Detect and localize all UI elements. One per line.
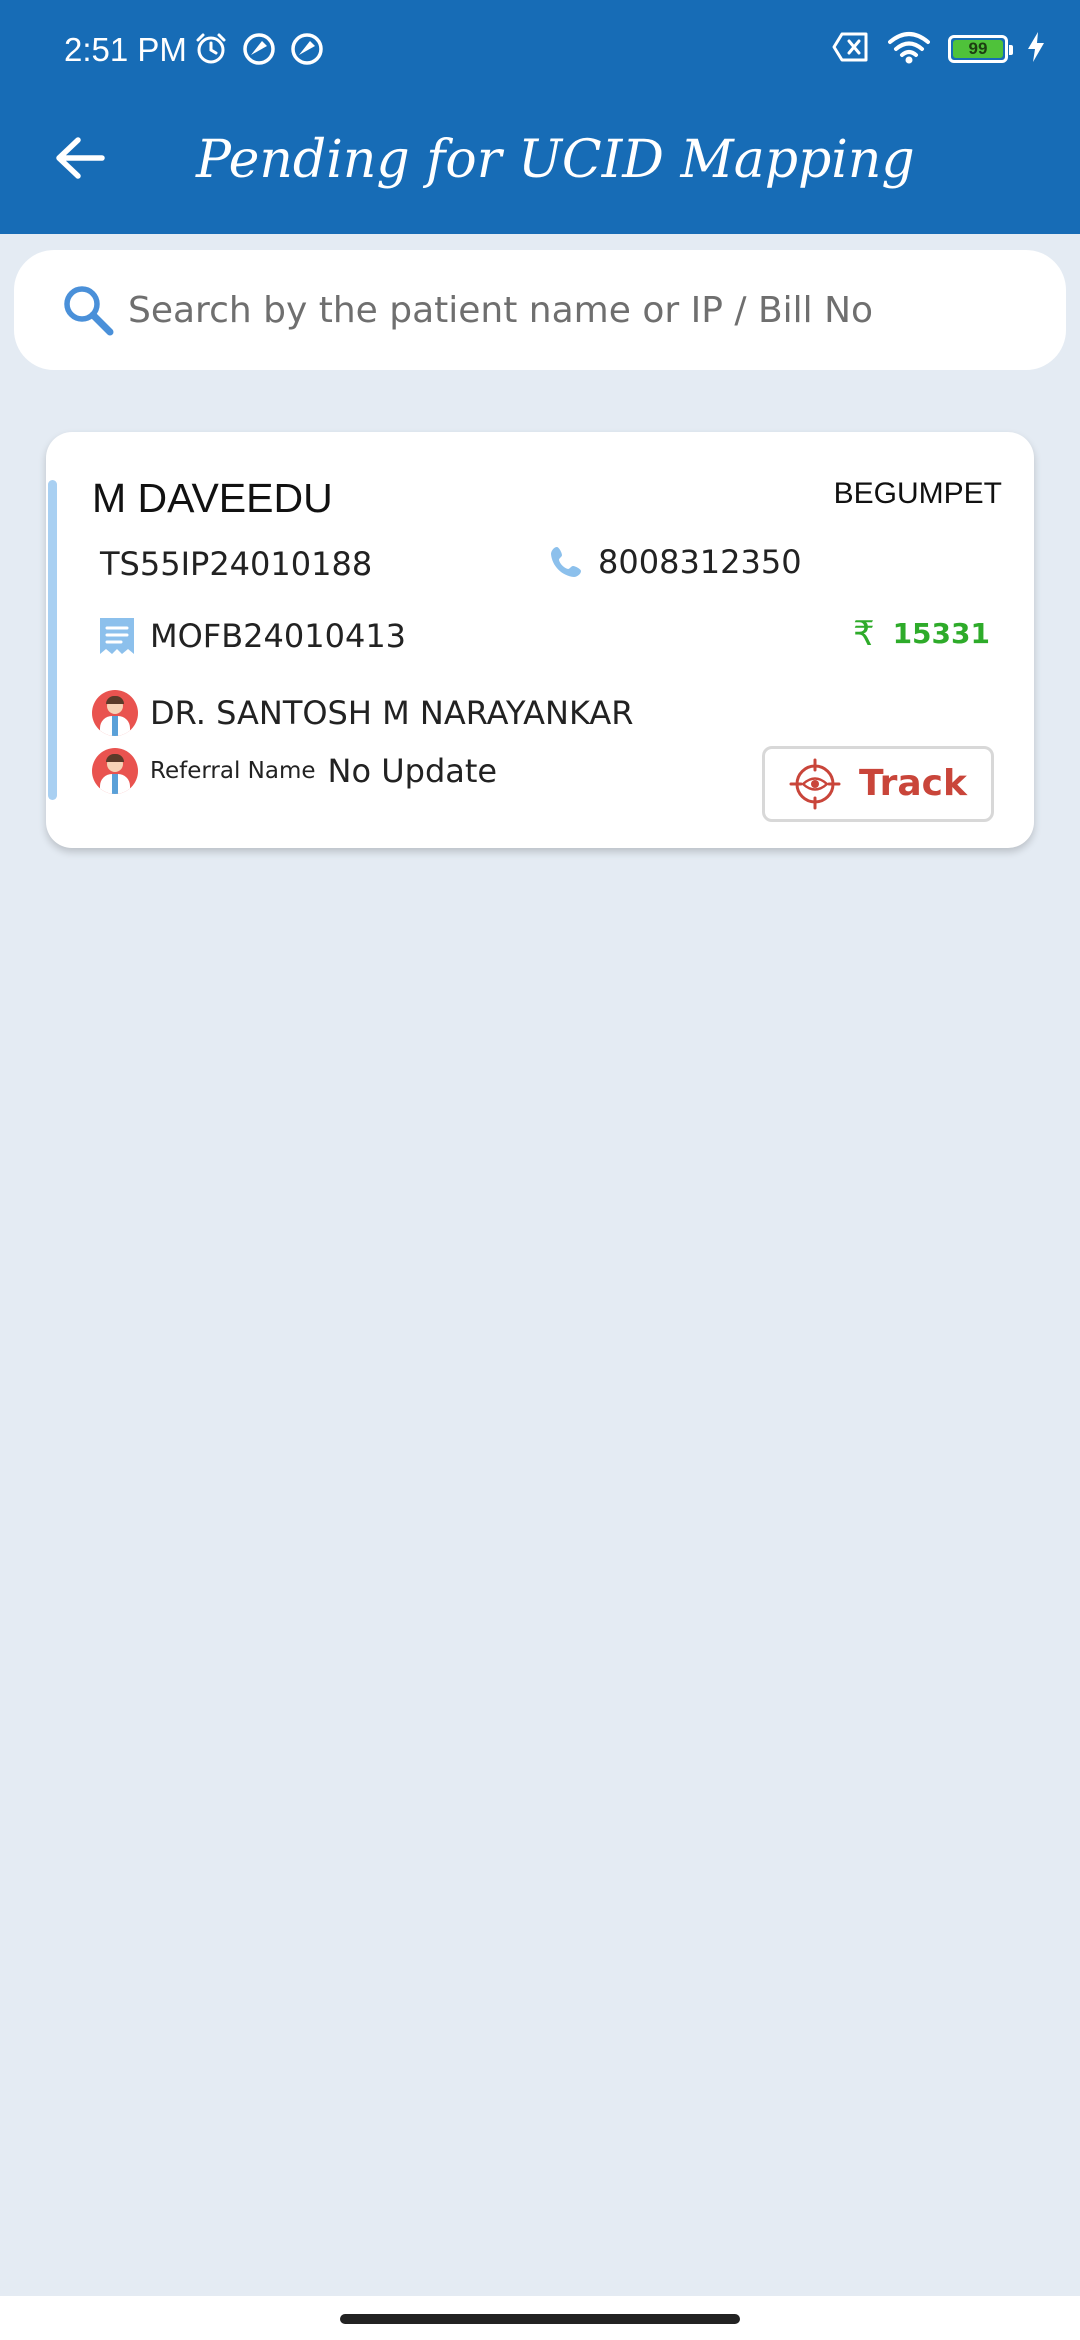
wifi-icon bbox=[888, 30, 930, 68]
search-icon[interactable] bbox=[60, 282, 116, 338]
search-input[interactable] bbox=[128, 270, 1028, 350]
location-label: BEGUMPET bbox=[833, 477, 1002, 510]
receipt-icon bbox=[100, 618, 134, 654]
sim-off-icon bbox=[832, 32, 870, 66]
status-icons-left bbox=[194, 32, 324, 70]
phone-row[interactable]: 8008312350 bbox=[548, 540, 802, 584]
track-label: Track bbox=[859, 763, 967, 804]
patient-card[interactable]: M DAVEEDU BEGUMPET TS55IP24010188 800831… bbox=[46, 432, 1034, 848]
bill-row: MOFB24010413 bbox=[98, 614, 406, 658]
sync-app-icon-2 bbox=[290, 32, 324, 70]
patient-name: M DAVEEDU bbox=[92, 475, 333, 521]
referral-value: No Update bbox=[327, 752, 498, 790]
app-bar: 2:51 PM 99 Pending for UCID Mapping bbox=[0, 0, 1080, 234]
phone-number[interactable]: 8008312350 bbox=[598, 540, 802, 584]
page-title: Pending for UCID Mapping bbox=[196, 130, 915, 190]
referral-label: Referral Name bbox=[150, 758, 316, 784]
referral-row: Referral Name No Update bbox=[92, 748, 497, 794]
back-button[interactable] bbox=[40, 118, 120, 198]
card-accent-bar bbox=[48, 480, 57, 800]
target-eye-icon bbox=[789, 758, 841, 810]
doctor-row: DR. SANTOSH M NARAYANKAR bbox=[92, 690, 633, 736]
system-nav-area bbox=[0, 2296, 1080, 2340]
bill-number: MOFB24010413 bbox=[150, 617, 407, 655]
bill-amount: 15331 bbox=[892, 617, 990, 650]
phone-icon[interactable] bbox=[548, 544, 584, 580]
battery-icon: 99 bbox=[948, 35, 1013, 63]
sync-app-icon bbox=[242, 32, 276, 70]
doctor-name: DR. SANTOSH M NARAYANKAR bbox=[150, 694, 634, 732]
track-button[interactable]: Track bbox=[762, 746, 994, 822]
ip-number: TS55IP24010188 bbox=[100, 545, 373, 583]
home-indicator[interactable] bbox=[340, 2314, 740, 2324]
search-bar[interactable] bbox=[14, 250, 1066, 370]
amount-row: ₹ 15331 bbox=[853, 614, 990, 654]
status-icons-right: 99 bbox=[832, 30, 1046, 68]
arrow-left-icon bbox=[56, 137, 105, 179]
status-time: 2:51 PM bbox=[64, 31, 187, 68]
rupee-icon: ₹ bbox=[852, 614, 875, 654]
charging-icon bbox=[1026, 31, 1046, 67]
alarm-icon bbox=[194, 32, 228, 70]
referral-avatar-icon bbox=[92, 748, 138, 794]
battery-level: 99 bbox=[953, 39, 1003, 58]
doctor-avatar-icon bbox=[92, 690, 138, 736]
